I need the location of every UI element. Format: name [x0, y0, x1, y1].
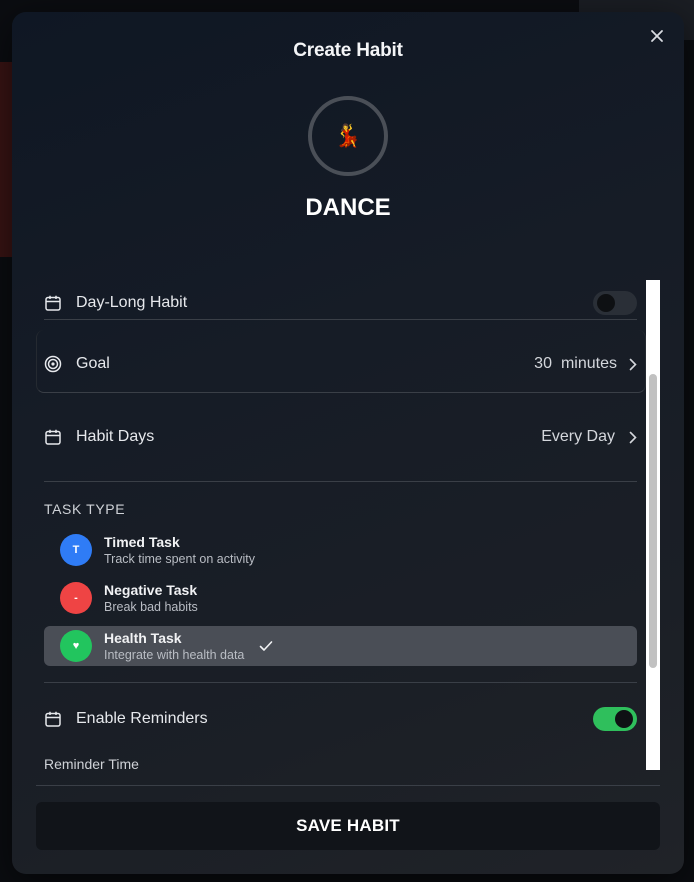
calendar-icon	[44, 428, 62, 446]
goal-row[interactable]: Goal 30 minutes	[44, 341, 637, 387]
task-title: Timed Task	[104, 533, 180, 550]
habit-avatar[interactable]: 💃	[308, 96, 388, 176]
habit-days-label: Habit Days	[76, 428, 155, 445]
enable-reminders-label: Enable Reminders	[76, 710, 208, 727]
task-subtitle: Integrate with health data	[104, 647, 245, 662]
close-icon[interactable]	[648, 27, 666, 45]
day-long-habit-toggle[interactable]	[593, 291, 637, 315]
chevron-right-icon	[629, 431, 637, 444]
task-title: Health Task	[104, 629, 182, 646]
negative-task-badge: -	[60, 582, 92, 614]
task-type-heading: TASK TYPE	[44, 501, 126, 517]
task-option-negative[interactable]: - Negative Task Break bad habits	[44, 578, 637, 618]
checkmark-icon	[258, 638, 274, 654]
timed-task-badge: T	[60, 534, 92, 566]
divider	[44, 319, 637, 320]
goal-value: 30	[534, 355, 552, 372]
scrollbar-thumb[interactable]	[649, 374, 657, 668]
calendar-icon	[44, 710, 62, 728]
day-long-habit-label: Day-Long Habit	[76, 294, 188, 311]
enable-reminders-toggle[interactable]	[593, 707, 637, 731]
divider	[44, 682, 637, 683]
task-subtitle: Track time spent on activity	[104, 551, 255, 566]
task-option-health[interactable]: ♥ Health Task Integrate with health data	[44, 626, 637, 666]
divider	[44, 481, 637, 482]
reminder-time-label: Reminder Time	[44, 756, 139, 772]
divider	[36, 785, 660, 786]
modal-title: Create Habit	[293, 40, 403, 61]
goal-unit: minutes	[560, 355, 617, 372]
enable-reminders-row: Enable Reminders	[44, 696, 637, 742]
task-subtitle: Break bad habits	[104, 599, 198, 614]
goal-label: Goal	[76, 355, 110, 372]
task-title: Negative Task	[104, 581, 198, 598]
habit-name: DANCE	[305, 194, 391, 221]
target-icon	[44, 355, 62, 373]
create-habit-modal: Create Habit 💃 DANCE Day-Long Habit Goal…	[12, 12, 684, 874]
task-option-timed[interactable]: T Timed Task Track time spent on activit…	[44, 530, 637, 570]
save-habit-button[interactable]: SAVE HABIT	[36, 802, 660, 850]
habit-days-value: Every Day	[541, 428, 615, 445]
calendar-icon	[44, 294, 62, 312]
habit-emoji: 💃	[334, 123, 362, 148]
habit-days-row[interactable]: Habit Days Every Day	[44, 414, 637, 460]
heart-icon: ♥	[60, 630, 92, 662]
chevron-right-icon	[629, 358, 637, 371]
